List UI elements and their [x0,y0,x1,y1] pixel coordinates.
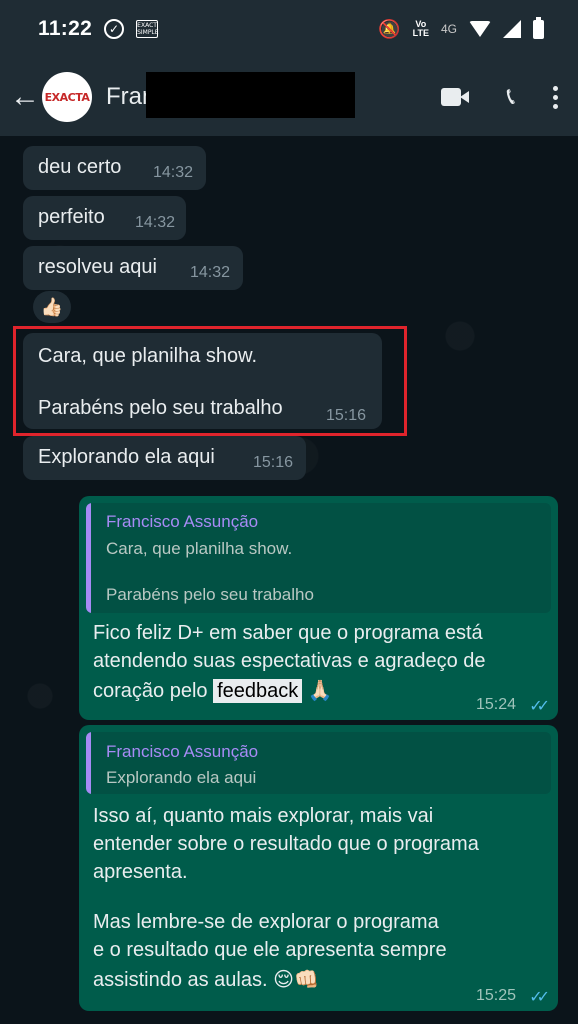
status-left: 11:22 ✓ EXACT SIMPLE [38,17,159,41]
message-incoming[interactable]: deu certo 14:32 [23,146,206,190]
sim-card-icon: EXACT SIMPLE [136,20,159,38]
check-circle-icon: ✓ [104,19,125,39]
status-bar: 11:22 ✓ EXACT SIMPLE 🔕 Vo LTE 4G [0,0,578,58]
status-time: 11:22 [38,17,93,40]
highlighted-word: feedback [213,679,303,703]
video-call-icon[interactable] [440,88,469,106]
wifi-icon [469,21,491,37]
message-time: 14:32 [135,214,176,231]
message-incoming[interactable]: perfeito 14:32 [23,196,186,240]
message-text: coração pelo [93,680,214,702]
sim-label-top: EXACT [137,22,157,29]
avatar-logo: EXACTA [44,90,90,104]
message-outgoing[interactable]: Francisco Assunção Cara, que planilha sh… [79,496,558,720]
quoted-message[interactable]: Francisco Assunção Cara, que planilha sh… [86,503,551,613]
message-line: coração pelo feedback 🙏🏻 [93,678,333,703]
message-incoming[interactable]: resolveu aqui 14:32 [23,246,243,290]
message-time: 15:24 [475,696,516,713]
reaction-emoji[interactable]: 👍🏻 [33,291,71,323]
quote-text: Cara, que planilha show. [106,539,293,558]
quote-author: Francisco Assunção [106,742,259,761]
emoji: 🙏🏻 [307,680,333,702]
message-line: entender sobre o resultado que o program… [93,833,479,855]
battery-icon [533,16,544,39]
message-text: Explorando ela aqui [38,446,215,468]
message-line: Mas lembre-se de explorar o programa [93,911,439,933]
notifications-off-icon: 🔕 [378,18,401,39]
redaction-block [146,72,355,118]
message-time: 14:32 [190,264,231,281]
sim-label-bottom: SIMPLE [137,29,159,36]
quote-text: Parabéns pelo seu trabalho [106,585,314,604]
quote-accent-bar [86,732,91,794]
network-type: 4G [440,22,457,36]
avatar[interactable]: EXACTA [42,72,92,122]
signal-icon [503,20,521,38]
message-line: e o resultado que ele apresenta sempre [93,939,447,961]
back-arrow-icon[interactable]: ← [10,82,40,112]
message-text: resolveu aqui [38,256,157,278]
message-text: assistindo as aulas. [93,969,268,991]
quote-author: Francisco Assunção [106,512,259,531]
read-receipt-icon: ✓✓ [529,989,550,1006]
more-options-icon[interactable] [553,85,558,109]
message-line: apresenta. [93,861,188,883]
message-time: 14:32 [153,164,194,181]
message-incoming[interactable]: Explorando ela aqui 15:16 [23,436,306,480]
message-time: 15:16 [253,454,294,471]
status-right: 🔕 Vo LTE 4G [378,16,544,40]
quote-text: Explorando ela aqui [106,768,257,787]
quote-accent-bar [86,503,91,613]
message-line: Fico feliz D+ em saber que o programa es… [93,622,483,644]
read-receipt-icon: ✓✓ [529,698,550,715]
emoji: 😌👊🏻 [273,969,319,991]
message-line: assistindo as aulas. 😌👊🏻 [93,967,319,992]
header-actions: 📞︎ [440,58,558,136]
volte-bottom: LTE [412,28,429,38]
message-line: atendendo suas espectativas e agradeço d… [93,650,486,672]
message-text: deu certo [38,156,122,178]
voice-call-icon[interactable]: 📞︎ [507,85,515,109]
message-line: Isso aí, quanto mais explorar, mais vai [93,805,434,827]
quoted-message[interactable]: Francisco Assunção Explorando ela aqui [86,732,551,794]
message-time: 15:25 [475,987,516,1004]
message-outgoing[interactable]: Francisco Assunção Explorando ela aqui I… [79,725,558,1011]
highlight-frame [13,326,407,436]
volte-icon: Vo LTE [413,20,429,38]
message-text: perfeito [38,206,105,228]
